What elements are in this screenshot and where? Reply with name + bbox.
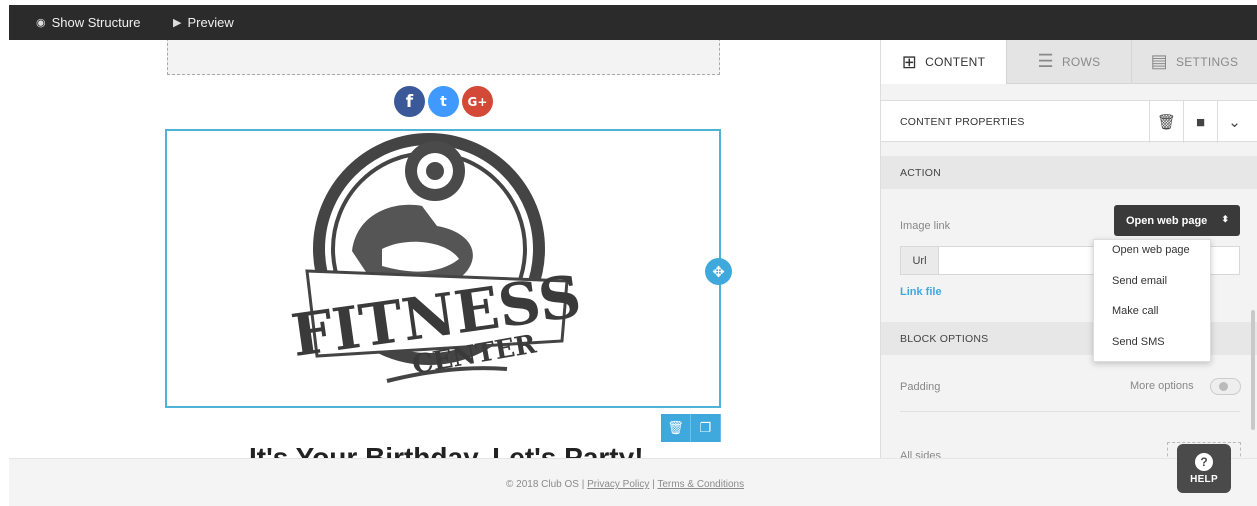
headline-text[interactable]: It's Your Birthday, Let's Party! [249, 442, 644, 458]
trash-icon: 🗑 [1156, 114, 1177, 131]
social-icons: f t G+ [394, 86, 493, 117]
empty-block-placeholder[interactable] [167, 40, 720, 75]
action-section-header: ACTION [881, 156, 1257, 189]
image-link-label: Image link [900, 220, 951, 232]
padding-label: Padding [900, 381, 941, 393]
help-label: HELP [1190, 473, 1218, 485]
move-block-handle[interactable]: ✥ [705, 258, 732, 285]
content-properties-header: CONTENT PROPERTIES 🗑 ■ ⌄ [881, 100, 1257, 143]
divider [900, 411, 1240, 412]
eye-icon: ◉ [36, 17, 46, 29]
selected-image-block[interactable]: FITNESS CENTER [165, 129, 721, 408]
duplicate-block-button[interactable]: ❐ [691, 414, 721, 442]
grid-icon: ⊞ [901, 51, 918, 72]
tab-content[interactable]: ⊞ CONTENT [881, 40, 1007, 84]
preview-button[interactable]: ▶ Preview [173, 5, 234, 40]
url-prefix: Url [901, 247, 939, 274]
dropdown-option[interactable]: Send email [1112, 275, 1167, 287]
help-button[interactable]: ? HELP [1177, 444, 1231, 493]
duplicate-icon: ❐ [699, 420, 712, 435]
question-icon: ? [1195, 452, 1213, 471]
image-link-select[interactable]: Open web page ⬍ [1114, 205, 1240, 236]
privacy-policy-link[interactable]: Privacy Policy [587, 479, 649, 490]
email-canvas: f t G+ FITNESS CENTER ✥ 🗑 ❐ It's Your Bi… [9, 40, 880, 458]
block-actions: 🗑 ❐ [661, 414, 721, 442]
dropdown-option[interactable]: Open web page [1112, 244, 1190, 256]
content-properties-title: CONTENT PROPERTIES [900, 116, 1025, 128]
image-link-dropdown: Open web page Send email Make call Send … [1093, 239, 1211, 362]
more-options-toggle[interactable] [1210, 378, 1241, 395]
facebook-icon[interactable]: f [394, 86, 425, 117]
all-sides-label: All sides [900, 450, 941, 458]
google-plus-icon[interactable]: G+ [462, 86, 493, 117]
move-icon: ✥ [712, 263, 725, 281]
terms-link[interactable]: Terms & Conditions [657, 479, 744, 490]
tab-rows[interactable]: ☰ ROWS [1007, 40, 1132, 84]
settings-icon: ▤ [1150, 51, 1168, 71]
preview-label: Preview [187, 15, 234, 30]
show-structure-button[interactable]: ◉ Show Structure [36, 5, 140, 40]
duplicate-icon: ■ [1195, 113, 1206, 131]
tab-settings[interactable]: ▤ SETTINGS [1132, 40, 1257, 84]
fitness-logo-image: FITNESS CENTER [287, 133, 585, 383]
footer-text: © 2018 Club OS | Privacy Policy | Terms … [506, 479, 745, 490]
duplicate-content-button[interactable]: ■ [1183, 101, 1217, 143]
more-options-label: More options [1130, 380, 1194, 392]
top-toolbar: ◉ Show Structure ▶ Preview [9, 5, 1257, 40]
show-structure-label: Show Structure [51, 15, 141, 30]
delete-content-button[interactable]: 🗑 [1149, 101, 1183, 143]
rows-icon: ☰ [1037, 51, 1054, 71]
link-file-link[interactable]: Link file [900, 286, 942, 298]
play-circle-icon: ▶ [173, 17, 182, 29]
sidebar-tabs: ⊞ CONTENT ☰ ROWS ▤ SETTINGS [881, 40, 1257, 84]
collapse-button[interactable]: ⌄ [1217, 101, 1251, 143]
sort-arrows-icon: ⬍ [1221, 214, 1229, 224]
trash-icon: 🗑 [667, 420, 684, 435]
footer: © 2018 Club OS | Privacy Policy | Terms … [9, 458, 1257, 506]
dropdown-option[interactable]: Make call [1112, 305, 1158, 317]
delete-block-button[interactable]: 🗑 [661, 414, 691, 442]
sidebar-scrollbar[interactable] [1251, 310, 1255, 430]
toggle-knob [1219, 382, 1228, 391]
twitter-icon[interactable]: t [428, 86, 459, 117]
chevron-down-icon: ⌄ [1228, 114, 1241, 131]
dropdown-option[interactable]: Send SMS [1112, 336, 1165, 348]
